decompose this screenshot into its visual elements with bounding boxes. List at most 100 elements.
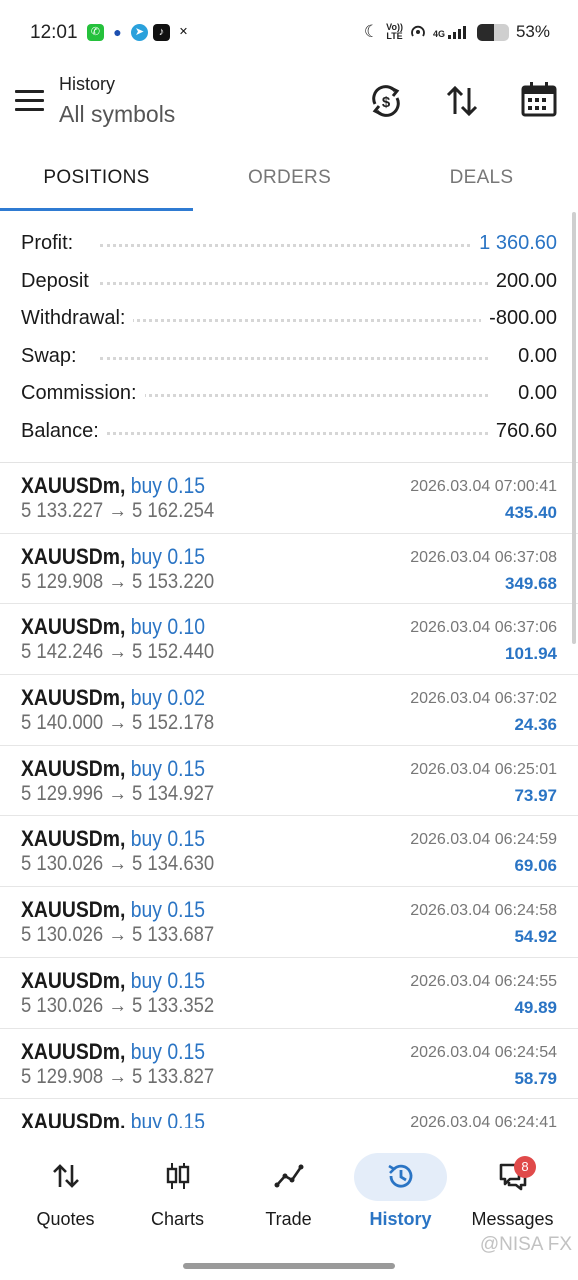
tab-deals[interactable]: DEALS [385,148,578,212]
summary-row-profit: Profit: 1 360.60 [0,224,578,262]
deal-profit: 435.40 [505,503,557,522]
deal-prices: 5 133.227 → 5 162.254 [21,499,215,522]
battery-percent: 53% [515,22,550,41]
system-indicators: ☾ Vo)) LTE 4G 53% [364,22,550,42]
deal-symbol: XAUUSDm, [21,1038,126,1064]
list-item[interactable]: XAUUSDm, buy 0.15 5 130.026 → 5 133.687 … [0,887,578,958]
deal-symbol: XAUUSDm, [21,685,126,711]
deal-prices: 5 129.996 → 5 134.927 [21,781,215,805]
deal-symbol: XAUUSDm, [21,755,126,781]
nav-charts[interactable]: Charts [120,1128,235,1238]
deal-time: 2026.03.04 06:37:02 [410,690,557,708]
deal-time: 2026.03.04 06:24:54 [410,1043,557,1061]
summary-label: Commission: [21,382,145,405]
signal-indicator: 4G [433,25,470,39]
deal-prices: 5 130.026 → 5 133.352 [21,993,215,1017]
app-x-icon: ✕ [175,24,192,41]
list-item[interactable]: XAUUSDm, buy 0.15 5 129.908 → 5 133.827 … [0,1029,578,1100]
deal-side: buy 0.15 [130,1109,206,1128]
list-item[interactable]: XAUUSDm, buy 0.15 5 129.996 → 5 134.927 … [0,746,578,817]
nav-history[interactable]: History [343,1128,458,1238]
moon-icon: ☾ [363,22,380,41]
dotted-leader [100,356,488,360]
deal-side: buy 0.15 [130,1038,206,1064]
tab-orders[interactable]: ORDERS [193,148,386,212]
home-indicator[interactable] [183,1263,395,1269]
deal-prices: 5 142.246 → 5 152.440 [21,640,215,664]
volte-indicator: Vo)) LTE [386,22,403,41]
deal-profit: 24.36 [514,715,557,735]
summary-value: -800.00 [481,307,557,330]
list-item[interactable]: XAUUSDm, buy 0.10 5 142.246 → 5 152.440 … [0,604,578,676]
hotspot-icon [411,25,425,37]
list-item[interactable]: XAUUSDm, buy 0.15 5 130.026 → 5 134.630 … [0,816,578,888]
hamburger-menu-icon[interactable] [15,90,44,112]
tab-positions[interactable]: POSITIONS [0,148,193,212]
deal-profit: 58.79 [514,1068,557,1088]
deal-side: buy 0.15 [130,826,206,852]
summary-label: Balance: [21,419,107,443]
scrollbar[interactable] [572,212,576,644]
list-item[interactable]: XAUUSDm, buy 0.15 5 133.227 → 5 162.254 … [0,463,578,534]
deal-prices: 5 130.026 → 5 133.687 [21,923,215,947]
symbol-filter[interactable]: All symbols [59,101,175,128]
deal-side: buy 0.15 [130,897,206,923]
watermark: @NISA FX [479,1234,572,1255]
deal-prices: 5 140.000 → 5 152.178 [21,711,215,735]
dotted-leader [100,319,488,322]
deals-list[interactable]: XAUUSDm, buy 0.15 5 133.227 → 5 162.254 … [0,463,578,1128]
summary-row-commission: Commission: 0.00 [0,374,578,412]
battery-icon [476,23,509,41]
nav-label: Messages [471,1209,554,1229]
deal-symbol: XAUUSDm, [21,826,126,852]
telegram-icon: ➤ [131,24,148,41]
calendar-icon[interactable] [520,80,558,118]
deal-profit: 49.89 [514,997,557,1017]
status-time: 12:01 [30,22,78,43]
chat-bubble-icon: ● [109,24,126,41]
deal-side: buy 0.02 [130,685,206,711]
notification-icons: ✆ ● ➤ ♪ ✕ [87,24,192,41]
whatsapp-icon: ✆ [87,24,104,41]
deal-symbol: XAUUSDm, [21,1109,126,1128]
sort-icon[interactable] [443,82,481,120]
summary-value: 760.60 [487,419,557,443]
nav-label: History [369,1209,432,1229]
deal-symbol: XAUUSDm, [21,473,126,498]
currency-exchange-icon[interactable]: $ [367,82,405,120]
dotted-leader [100,431,488,435]
trend-line-icon [274,1164,303,1188]
deal-symbol: XAUUSDm, [21,543,126,569]
summary-value: 0.00 [510,382,557,405]
deal-profit: 54.92 [514,927,557,947]
summary-row-swap: Swap: 0.00 [0,337,578,375]
list-item[interactable]: XAUUSDm, buy 0.15 2026.03.04 06:24:41 [0,1099,578,1128]
status-bar: 12:01 ✆ ● ➤ ♪ ✕ ☾ Vo)) LTE 4G 53% [0,0,578,68]
deal-prices: 5 129.908 → 5 153.220 [21,569,215,593]
candlestick-icon [166,1163,189,1189]
summary-value: 0.00 [510,344,557,368]
summary-value: 1 360.60 [471,232,557,255]
dotted-leader [100,244,488,247]
deal-prices: 5 129.908 → 5 133.827 [21,1064,215,1088]
summary-label: Deposit [21,269,97,293]
deal-side: buy 0.10 [130,614,206,640]
nav-messages[interactable]: Messages [455,1128,570,1238]
dotted-leader [100,394,488,397]
summary-label: Withdrawal: [21,307,134,330]
deal-time: 2026.03.04 06:37:08 [410,548,557,566]
dotted-leader [100,281,488,285]
deal-time: 2026.03.04 07:00:41 [410,478,557,495]
list-item[interactable]: XAUUSDm, buy 0.02 5 140.000 → 5 152.178 … [0,675,578,746]
app-bar: History All symbols $ [0,68,578,140]
deal-time: 2026.03.04 06:37:06 [410,619,557,637]
nav-quotes[interactable]: Quotes [8,1128,123,1238]
svg-text:$: $ [382,94,391,111]
deal-profit: 349.68 [505,573,557,593]
deal-profit: 101.94 [505,644,557,664]
list-item[interactable]: XAUUSDm, buy 0.15 5 129.908 → 5 153.220 … [0,534,578,605]
deal-symbol: XAUUSDm, [21,967,126,993]
list-item[interactable]: XAUUSDm, buy 0.15 5 130.026 → 5 133.352 … [0,958,578,1029]
nav-trade[interactable]: Trade [231,1128,346,1238]
messages-badge: 8 [514,1156,536,1178]
